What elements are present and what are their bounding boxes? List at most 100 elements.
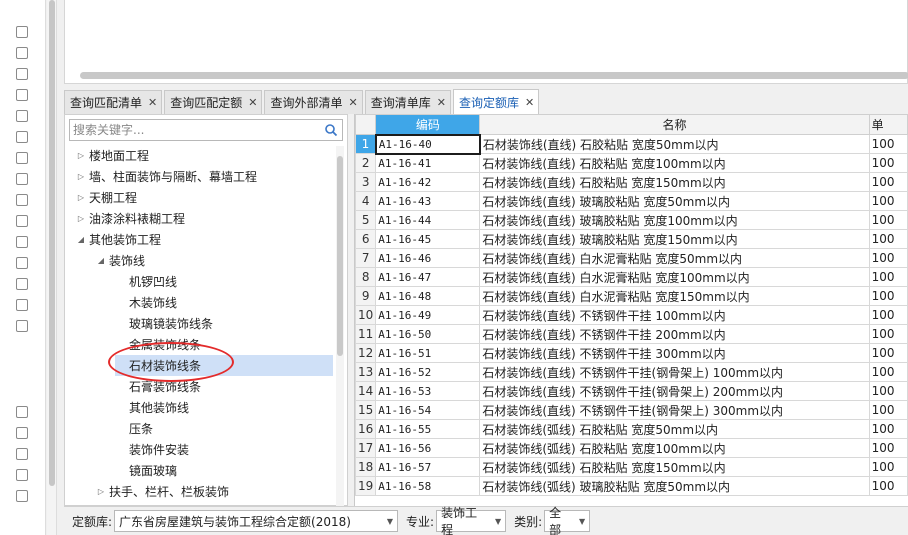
- search-input[interactable]: [70, 120, 310, 140]
- code-cell[interactable]: A1-16-51: [375, 343, 481, 363]
- row-number[interactable]: 15: [355, 400, 377, 420]
- code-cell[interactable]: A1-16-53: [375, 381, 481, 401]
- row-number[interactable]: 9: [355, 286, 377, 306]
- unit-cell[interactable]: 100: [868, 438, 908, 458]
- code-cell[interactable]: A1-16-57: [375, 457, 481, 477]
- row-number[interactable]: 19: [355, 476, 377, 496]
- row-checkbox[interactable]: [16, 448, 28, 460]
- row-checkbox[interactable]: [16, 406, 28, 418]
- row-checkbox[interactable]: [16, 152, 28, 164]
- row-number[interactable]: 11: [355, 324, 377, 344]
- code-cell[interactable]: A1-16-48: [375, 286, 481, 306]
- table-row[interactable]: 3 A1-16-42 石材装饰线(直线) 石胶粘贴 宽度150mm以内 100: [355, 172, 908, 192]
- name-cell[interactable]: 石材装饰线(弧线) 石胶粘贴 宽度150mm以内: [479, 457, 870, 477]
- unit-cell[interactable]: 100: [868, 286, 908, 306]
- top-horizontal-scrollbar[interactable]: [80, 72, 908, 79]
- caret-collapsed-icon[interactable]: ▷: [75, 214, 87, 223]
- table-row[interactable]: 18 A1-16-57 石材装饰线(弧线) 石胶粘贴 宽度150mm以内 100: [355, 457, 908, 477]
- name-cell[interactable]: 石材装饰线(弧线) 玻璃胶粘贴 宽度50mm以内: [479, 476, 870, 496]
- code-cell[interactable]: A1-16-45: [375, 229, 481, 249]
- table-row[interactable]: 16 A1-16-55 石材装饰线(弧线) 石胶粘贴 宽度50mm以内 100: [355, 419, 908, 439]
- code-cell[interactable]: A1-16-52: [375, 362, 481, 382]
- row-checkbox[interactable]: [16, 110, 28, 122]
- unit-cell[interactable]: 100: [868, 400, 908, 420]
- caret-collapsed-icon[interactable]: ▷: [75, 151, 87, 160]
- code-cell[interactable]: A1-16-49: [375, 305, 481, 325]
- specialty-select[interactable]: 装饰工程 ▼: [436, 506, 507, 535]
- unit-cell[interactable]: 100: [868, 419, 908, 439]
- tree-item[interactable]: ◢ 装饰线: [95, 250, 333, 271]
- row-checkbox[interactable]: [16, 490, 28, 502]
- left-scrollbar[interactable]: [47, 0, 57, 535]
- code-cell[interactable]: A1-16-54: [375, 400, 481, 420]
- table-row[interactable]: 9 A1-16-48 石材装饰线(直线) 白水泥膏粘贴 宽度150mm以内 100: [355, 286, 908, 306]
- row-checkbox[interactable]: [16, 173, 28, 185]
- search-icon[interactable]: [324, 123, 338, 137]
- table-row[interactable]: 10 A1-16-49 石材装饰线(直线) 不锈钢件干挂 100mm以内 100: [355, 305, 908, 325]
- row-number[interactable]: 8: [355, 267, 377, 287]
- tab-3[interactable]: 查询清单库 ✕: [364, 90, 451, 114]
- close-icon[interactable]: ✕: [248, 96, 257, 109]
- table-row[interactable]: 12 A1-16-51 石材装饰线(直线) 不锈钢件干挂 300mm以内 100: [355, 343, 908, 363]
- close-icon[interactable]: ✕: [525, 96, 534, 109]
- tree-scrollbar[interactable]: [336, 146, 344, 506]
- code-cell[interactable]: A1-16-46: [375, 248, 481, 268]
- row-number[interactable]: 18: [355, 457, 377, 477]
- tree-item[interactable]: ▷ 楼地面工程: [75, 145, 333, 166]
- caret-collapsed-icon[interactable]: ▷: [75, 172, 87, 181]
- table-row[interactable]: 5 A1-16-44 石材装饰线(直线) 玻璃胶粘贴 宽度100mm以内 100: [355, 210, 908, 230]
- unit-cell[interactable]: 100: [868, 248, 908, 268]
- unit-cell[interactable]: 100: [868, 267, 908, 287]
- tree-scrollbar-thumb[interactable]: [337, 156, 343, 356]
- code-cell[interactable]: A1-16-44: [375, 210, 481, 230]
- name-cell[interactable]: 石材装饰线(直线) 不锈钢件干挂(钢骨架上) 300mm以内: [479, 400, 870, 420]
- tree-item[interactable]: ▷ 扶手、栏杆、栏板装饰: [95, 481, 333, 502]
- table-row[interactable]: 7 A1-16-46 石材装饰线(直线) 白水泥膏粘贴 宽度50mm以内 100: [355, 248, 908, 268]
- row-checkbox[interactable]: [16, 131, 28, 143]
- row-number[interactable]: 12: [355, 343, 377, 363]
- name-cell[interactable]: 石材装饰线(直线) 玻璃胶粘贴 宽度100mm以内: [479, 210, 870, 230]
- row-number[interactable]: 3: [355, 172, 377, 192]
- name-cell[interactable]: 石材装饰线(直线) 玻璃胶粘贴 宽度150mm以内: [479, 229, 870, 249]
- row-checkbox[interactable]: [16, 89, 28, 101]
- unit-cell[interactable]: 100: [868, 362, 908, 382]
- row-checkbox[interactable]: [16, 299, 28, 311]
- close-icon[interactable]: ✕: [148, 96, 157, 109]
- code-cell[interactable]: A1-16-55: [375, 419, 481, 439]
- left-scrollbar-thumb[interactable]: [49, 0, 55, 486]
- row-number[interactable]: 17: [355, 438, 377, 458]
- row-checkbox[interactable]: [16, 236, 28, 248]
- tree-item[interactable]: ▷ 油漆涂料裱糊工程: [75, 208, 333, 229]
- column-header-code[interactable]: 编码: [375, 114, 481, 135]
- code-cell[interactable]: A1-16-40: [374, 133, 481, 155]
- table-row[interactable]: 2 A1-16-41 石材装饰线(直线) 石胶粘贴 宽度100mm以内 100: [355, 153, 908, 173]
- tab-0[interactable]: 查询匹配清单 ✕: [64, 90, 163, 114]
- row-checkbox[interactable]: [16, 194, 28, 206]
- tree-item[interactable]: 装饰件安装: [115, 439, 333, 460]
- row-number[interactable]: 16: [355, 419, 377, 439]
- table-row[interactable]: 14 A1-16-53 石材装饰线(直线) 不锈钢件干挂(钢骨架上) 200mm以内…: [355, 381, 908, 401]
- unit-cell[interactable]: 100: [868, 210, 908, 230]
- tree-item[interactable]: ▷ 天棚工程: [75, 187, 333, 208]
- unit-cell[interactable]: 100: [868, 229, 908, 249]
- tree-item[interactable]: 其他装饰线: [115, 397, 333, 418]
- row-number[interactable]: 10: [355, 305, 377, 325]
- row-checkbox[interactable]: [16, 427, 28, 439]
- name-cell[interactable]: 石材装饰线(直线) 白水泥膏粘贴 宽度50mm以内: [479, 248, 870, 268]
- table-row[interactable]: 15 A1-16-54 石材装饰线(直线) 不锈钢件干挂(钢骨架上) 300mm以内…: [355, 400, 908, 420]
- table-row[interactable]: 4 A1-16-43 石材装饰线(直线) 玻璃胶粘贴 宽度50mm以内 100: [355, 191, 908, 211]
- name-cell[interactable]: 石材装饰线(直线) 不锈钢件干挂 200mm以内: [479, 324, 870, 344]
- row-number[interactable]: 6: [355, 229, 377, 249]
- name-cell[interactable]: 石材装饰线(直线) 玻璃胶粘贴 宽度50mm以内: [479, 191, 870, 211]
- name-cell[interactable]: 石材装饰线(直线) 白水泥膏粘贴 宽度150mm以内: [479, 286, 870, 306]
- code-cell[interactable]: A1-16-47: [375, 267, 481, 287]
- row-number[interactable]: 4: [355, 191, 377, 211]
- name-cell[interactable]: 石材装饰线(弧线) 石胶粘贴 宽度100mm以内: [479, 438, 870, 458]
- close-icon[interactable]: ✕: [437, 96, 446, 109]
- code-cell[interactable]: A1-16-43: [375, 191, 481, 211]
- table-row[interactable]: 11 A1-16-50 石材装饰线(直线) 不锈钢件干挂 200mm以内 100: [355, 324, 908, 344]
- library-select[interactable]: 广东省房屋建筑与装饰工程综合定额(2018) ▼: [114, 510, 399, 532]
- unit-cell[interactable]: 100: [868, 172, 908, 192]
- name-cell[interactable]: 石材装饰线(直线) 不锈钢件干挂(钢骨架上) 200mm以内: [479, 381, 870, 401]
- row-checkbox[interactable]: [16, 257, 28, 269]
